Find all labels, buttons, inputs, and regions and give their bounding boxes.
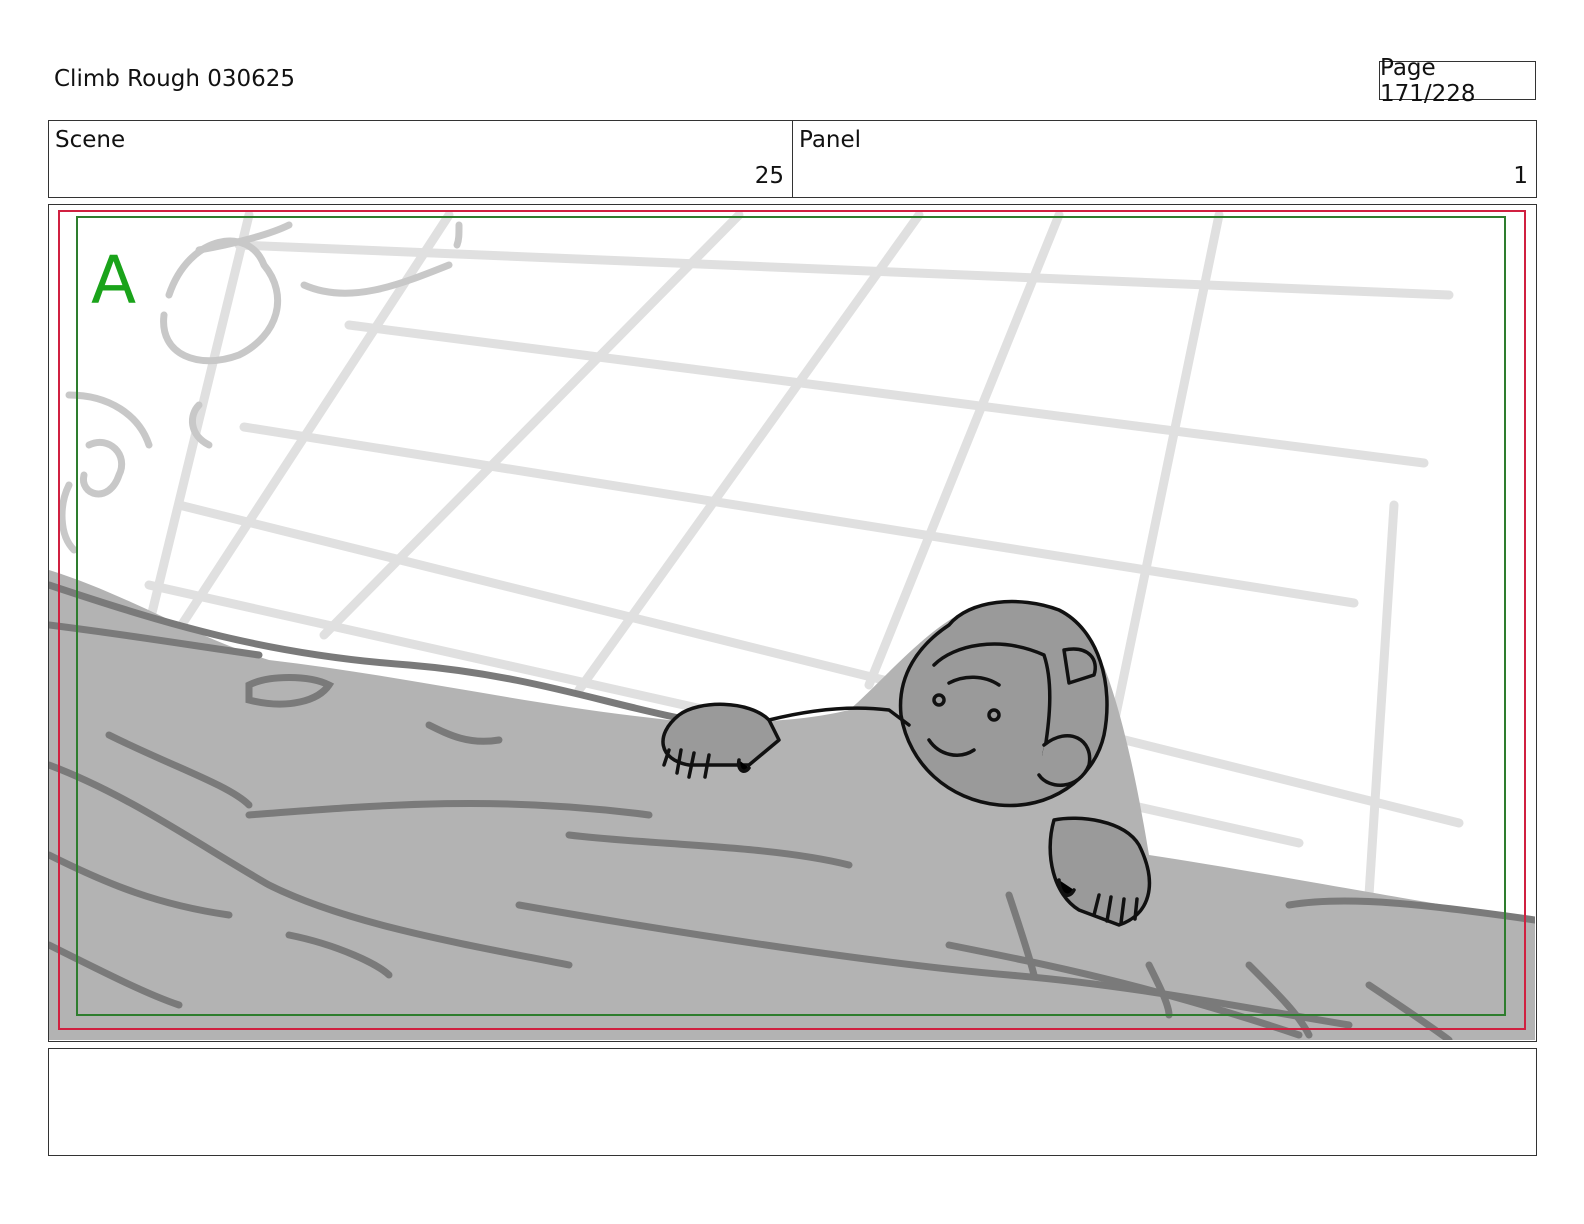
document-title: Climb Rough 030625 [54,66,296,92]
cliff-mass [49,570,1535,1040]
storyboard-panel-frame: A [48,204,1537,1042]
page-number-box: Page 171/228 [1379,55,1536,107]
panel-label: Panel [799,127,862,153]
storyboard-drawing: A [49,210,1535,1040]
scene-cell: Scene 25 [49,121,792,197]
scene-label: Scene [55,127,126,153]
panel-cell: Panel 1 [792,121,1536,197]
scene-number: 25 [754,163,784,189]
panel-number: 1 [1513,163,1528,189]
camera-letter-label: A [91,242,136,319]
panel-notes-box [48,1048,1537,1156]
scene-panel-info-row: Scene 25 Panel 1 [48,120,1537,198]
